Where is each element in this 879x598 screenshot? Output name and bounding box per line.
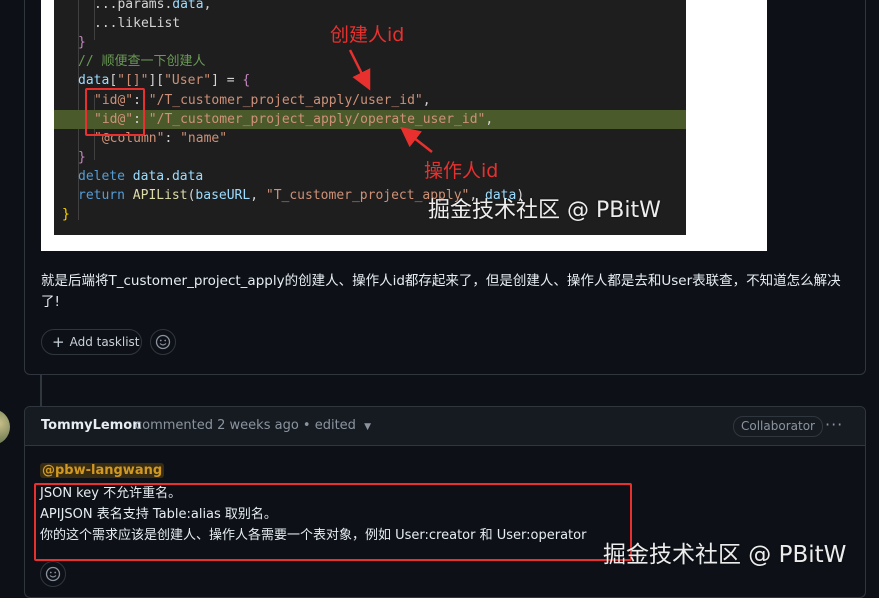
code-token: data <box>172 0 204 12</box>
reply-reaction-button[interactable] <box>40 561 66 587</box>
code-token: : <box>164 131 181 146</box>
user-mention-link[interactable]: @pbw-langwang <box>40 463 165 478</box>
code-token: , <box>485 112 494 127</box>
comment-author-link[interactable]: TommyLemon <box>41 418 141 433</box>
operator-id-annotation: 操作人id <box>424 160 499 182</box>
collaborator-badge: Collaborator <box>733 416 823 437</box>
kebab-menu-icon[interactable]: ··· <box>825 415 843 434</box>
watermark-text: 掘金技术社区 @ PBitW <box>428 198 661 223</box>
code-token: "/T_customer_project_apply/operate_user_… <box>148 112 486 127</box>
code-token: } <box>78 150 86 165</box>
code-line: data["[]"]["User"] = { <box>54 71 686 90</box>
reaction-button[interactable] <box>150 329 176 355</box>
comment-body-text: 就是后端将T_customer_project_apply的创建人、操作人id都… <box>41 273 841 310</box>
code-line: // 顺便查一下创建人 <box>54 52 686 71</box>
code-token: data <box>171 169 204 184</box>
code-token: } <box>78 35 86 50</box>
code-token: ] = <box>211 73 243 88</box>
smiley-icon <box>155 334 171 350</box>
code-token: , <box>250 188 266 203</box>
code-line: delete data.data <box>54 167 686 186</box>
comment-meta-text[interactable]: commented 2 weeks ago • edited <box>135 418 356 433</box>
code-token: "User" <box>164 73 212 88</box>
code-line: "@column": "name" <box>54 129 686 148</box>
code-token: APIList <box>132 188 188 203</box>
smiley-icon <box>45 566 61 582</box>
avatar[interactable] <box>0 409 10 445</box>
code-line: "id@": "/T_customer_project_apply/user_i… <box>54 91 686 110</box>
code-token: ...params. <box>94 0 173 12</box>
plus-icon: + <box>52 333 65 351</box>
chevron-down-icon[interactable]: ▼ <box>364 422 371 432</box>
code-line: } <box>54 148 686 167</box>
timeline-connector <box>40 374 42 406</box>
code-token: [ <box>109 73 118 88</box>
code-token: , <box>203 0 212 12</box>
code-token: data <box>132 169 165 184</box>
code-token: "name" <box>180 131 228 146</box>
code-token: "/T_customer_project_apply/user_id" <box>148 93 423 108</box>
code-token: ][ <box>148 73 165 88</box>
add-tasklist-label: Add tasklist <box>69 335 140 349</box>
comment-meta: commented 2 weeks ago • edited ▼ <box>135 418 371 433</box>
watermark-text-bottom: 掘金技术社区 @ PBitW <box>603 542 847 568</box>
code-token: delete <box>78 169 133 184</box>
code-line: ...params.data, <box>54 0 686 14</box>
creator-id-annotation: 创建人id <box>330 24 405 46</box>
reply-highlight-box <box>34 483 632 561</box>
code-line-highlighted: "id@": "/T_customer_project_apply/operat… <box>54 110 686 129</box>
code-token: . <box>164 169 172 184</box>
code-token: ...likeList <box>94 16 181 31</box>
code-token: { <box>242 73 251 88</box>
reply-comment-header: TommyLemon commented 2 weeks ago • edite… <box>25 407 865 446</box>
code-token: , <box>422 93 431 108</box>
code-token: baseURL <box>195 188 251 203</box>
id-keys-highlight-box <box>85 88 145 136</box>
code-token: } <box>62 207 70 222</box>
code-token: // 顺便查一下创建人 <box>78 54 206 69</box>
code-token: return <box>78 188 133 203</box>
code-token: "[]" <box>117 73 149 88</box>
add-tasklist-button[interactable]: + Add tasklist <box>41 329 142 355</box>
code-token: data <box>78 73 110 88</box>
